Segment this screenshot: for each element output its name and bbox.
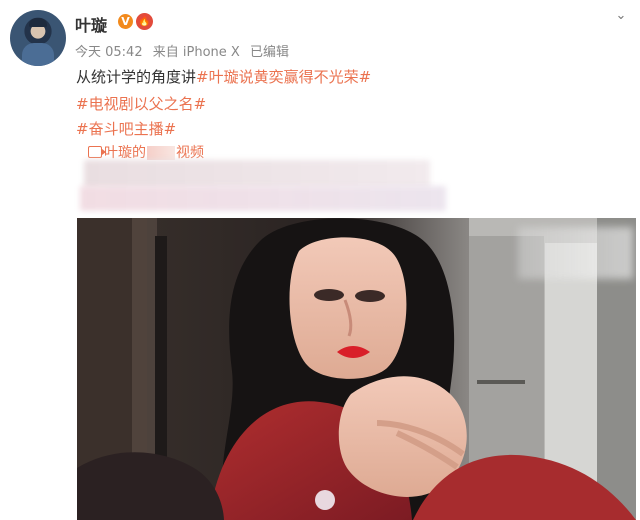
verified-icon: V	[118, 14, 133, 29]
username[interactable]: 叶璇	[75, 12, 107, 36]
post-line-1: 从统计学的角度讲#叶璇说黄奕赢得不光荣#	[76, 66, 371, 87]
police-cap-icon	[29, 18, 47, 27]
more-icon[interactable]: ⌄	[614, 8, 628, 23]
blurred-content-bar	[84, 160, 430, 188]
blurred-watermark	[518, 227, 633, 279]
post-meta: 今天 05:42 来自 iPhone X 已编辑	[75, 41, 295, 60]
edited-label: 已编辑	[249, 45, 289, 60]
avatar[interactable]	[10, 10, 66, 66]
uniform-icon	[22, 43, 54, 66]
post-line-2: #电视剧以父之名#	[76, 93, 206, 114]
video-link[interactable]: 叶璇的 视频	[88, 142, 204, 162]
hashtag-1[interactable]: #叶璇说黄奕赢得不光荣#	[196, 68, 371, 86]
post-text: 从统计学的角度讲	[76, 68, 197, 86]
video-link-suffix: 视频	[176, 145, 204, 161]
post-line-3: #奋斗吧主播#	[76, 118, 176, 139]
blurred-name	[147, 146, 175, 160]
video-link-prefix: 叶璇的	[104, 145, 146, 161]
hashtag-3[interactable]: #奋斗吧主播#	[76, 120, 176, 138]
fire-icon: 🔥	[136, 13, 153, 30]
video-icon	[88, 146, 106, 158]
blurred-content-bar	[80, 186, 446, 211]
hashtag-2[interactable]: #电视剧以父之名#	[76, 95, 206, 113]
post-device: 来自 iPhone X	[152, 45, 240, 60]
post-time[interactable]: 今天 05:42	[75, 45, 143, 60]
